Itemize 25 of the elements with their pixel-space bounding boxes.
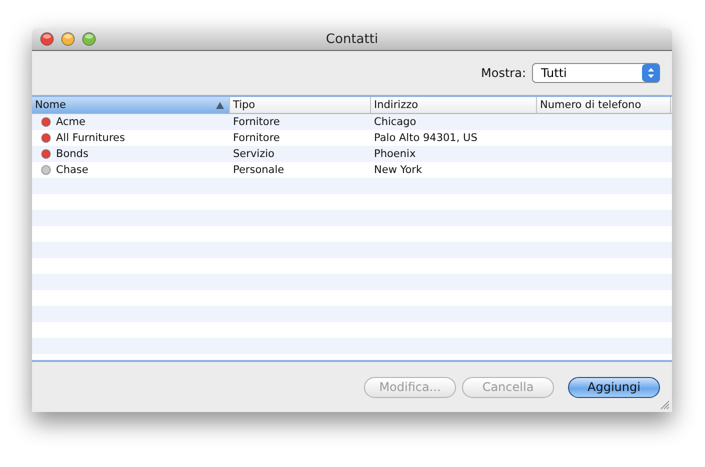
- table-cell: Palo Alto 94301, US: [374, 132, 478, 144]
- table-cell: Fornitore: [233, 116, 280, 128]
- table-cell: Chase: [56, 164, 88, 176]
- action-button[interactable]: Aggiungi: [568, 376, 660, 398]
- filter-dropdown[interactable]: Tutti: [532, 63, 660, 83]
- window-title: Contatti: [326, 32, 378, 46]
- table-cell: Chicago: [374, 116, 416, 128]
- table-cell: Fornitore: [233, 132, 280, 144]
- column-header[interactable]: Numero di telefono: [537, 97, 671, 113]
- table-cell: All Furnitures: [56, 132, 125, 144]
- table-cell: Acme: [56, 116, 86, 128]
- column-header[interactable]: Tipo: [230, 97, 371, 113]
- stepper-icon: [642, 64, 660, 82]
- window-control-icon[interactable]: [61, 32, 75, 46]
- table-cell: Personale: [233, 164, 284, 176]
- window-control-icon[interactable]: [40, 32, 54, 46]
- table-cell: New York: [374, 164, 422, 176]
- filter-label: Mostra:: [481, 66, 526, 80]
- window-control-icon[interactable]: [82, 32, 96, 46]
- table-cell: Servizio: [233, 148, 274, 160]
- table-cell: Phoenix: [374, 148, 416, 160]
- table-cell: Bonds: [56, 148, 88, 160]
- column-header[interactable]: Indirizzo: [371, 97, 537, 113]
- resize-grip-icon[interactable]: [659, 399, 670, 410]
- column-header[interactable]: Nome: [32, 97, 230, 113]
